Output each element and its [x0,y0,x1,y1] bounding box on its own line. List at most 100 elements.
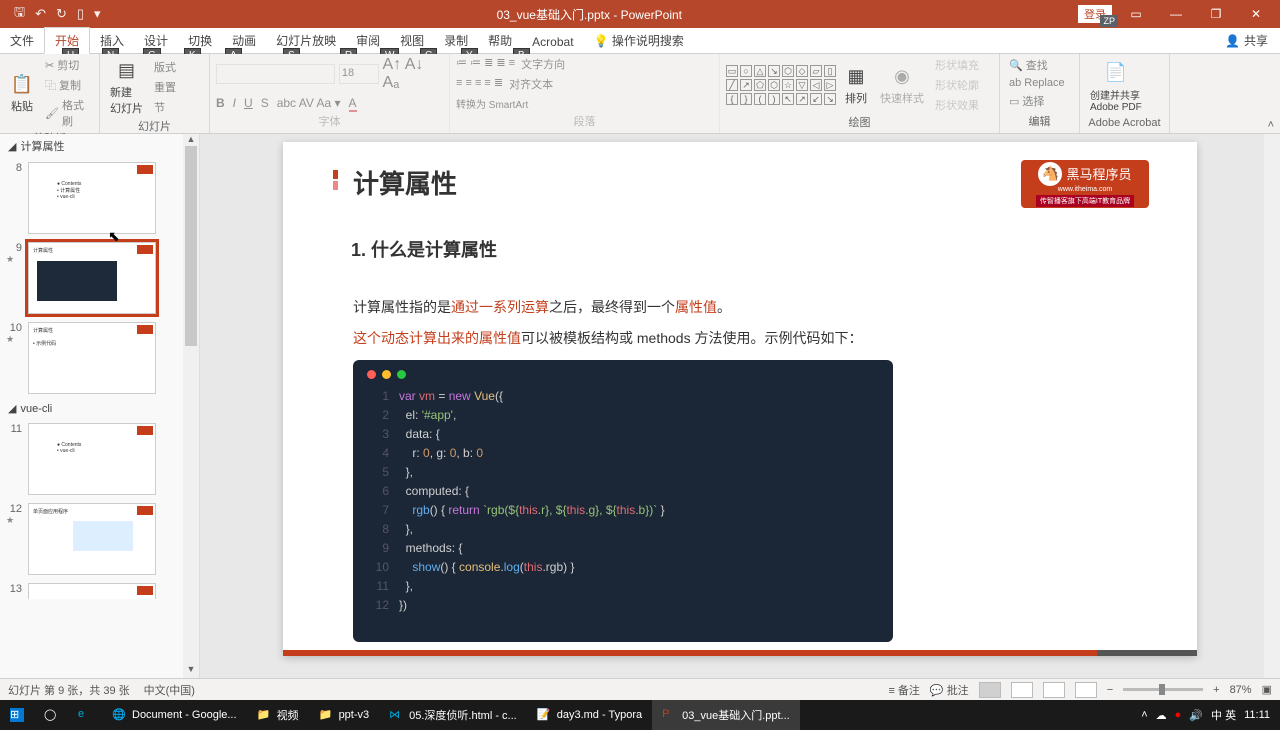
slideshow-view-button[interactable] [1075,682,1097,698]
shape-effects-button: 形状效果 [932,96,982,114]
select-button[interactable]: ▭选择 [1006,92,1073,110]
slide[interactable]: 计算属性 🐴黑马程序员 www.itheima.com 传智播客旗下高端IT教育… [283,142,1197,656]
format-painter-button[interactable]: 🖌格式刷 [42,96,93,130]
group-adobe: 📄创建并共享 Adobe PDF Adobe Acrobat [1080,54,1170,133]
minimize-button[interactable]: — [1160,7,1192,21]
styles-icon: ◉ [890,64,914,88]
normal-view-button[interactable] [979,682,1001,698]
tray-up-icon[interactable]: ˄ [1141,709,1147,721]
shape-fill-button: 形状填充 [932,56,982,74]
task-cortana[interactable]: ◯ [34,700,68,730]
reset-button[interactable]: 重置 [151,78,179,96]
undo-icon[interactable]: ↶ [35,6,46,22]
new-slide-button[interactable]: ▤新建 幻灯片 [106,56,147,118]
cut-button[interactable]: ✂剪切 [42,56,93,74]
fit-window-button[interactable]: ▣ [1262,683,1272,696]
section-button[interactable]: 节 [151,98,179,116]
pdf-icon: 📄 [1104,61,1128,85]
ribbon-display-icon[interactable]: ▭ [1120,7,1152,21]
close-button[interactable]: ✕ [1240,7,1272,21]
ribbon: 📋粘贴 ✂剪切 ⿻复制 🖌格式刷 剪贴板 ▤新建 幻灯片 版式 重置 节 幻灯片… [0,54,1280,134]
slide-title: 计算属性 [353,164,457,201]
bottom-bar [283,650,1197,656]
login-button[interactable]: 登录ZP [1078,5,1112,23]
thumb-12[interactable]: 12★ 单页面应用程序 [0,499,199,579]
status-bar: 幻灯片 第 9 张，共 39 张 中文(中国) ≡ 备注 💬 批注 − + 87… [0,678,1280,700]
notes-button[interactable]: ≡ 备注 [888,682,919,698]
group-paragraph: ≔ ≔ ≣ ≣ ≡ 文字方向 ≡ ≡ ≡ ≡ ≣ 对齐文本 转换为 SmartA… [450,54,720,133]
group-font: 18 A↑ A↓ Aₐ B I U S abc AV Aa ▾ A 字体 [210,54,450,133]
thumb-scrollbar[interactable]: ▲ ▼ [183,134,199,678]
arrange-button[interactable]: ▦排列 [840,62,872,108]
thumb-9[interactable]: 9★ 计算属性 [0,238,199,318]
tab-slideshow[interactable]: 幻灯片放映 [266,28,346,53]
task-folder[interactable]: 📁视频 [247,700,309,730]
share-icon: 👤 [1225,34,1240,48]
save-icon[interactable]: 🖫 [14,3,25,25]
copy-button[interactable]: ⿻复制 [42,76,93,94]
thumb-11[interactable]: 11 ● Contents• vue-cli [0,419,199,499]
language-indicator[interactable]: 中文(中国) [144,682,195,698]
find-button[interactable]: 🔍查找 [1006,56,1073,74]
code-block: 1var vm = new Vue({ 2 el: '#app', 3 data… [353,360,893,642]
task-vscode[interactable]: ⋈05.深度侦听.html - c... [379,700,527,730]
thumb-8[interactable]: 8 ● Contents• 计算属性• vue-cli [0,158,199,238]
maximize-button[interactable]: ❐ [1200,7,1232,21]
share-button[interactable]: 👤共享 [1213,28,1280,53]
comments-button[interactable]: 💬 批注 [930,682,969,698]
thumb-10[interactable]: 10★ 计算属性• 示例代码 [0,318,199,398]
task-typora[interactable]: 📝day3.md - Typora [527,700,652,730]
shapes-gallery[interactable]: ▭○△↘⬡◇▱▯ ╱↗⬠⬡☆▽◁▷ {}()↖↗↙↘ [726,65,836,105]
task-chrome[interactable]: 🌐Document - Google... [102,700,247,730]
slide-paragraph-1: 计算属性指的是通过一系列运算之后，最终得到一个属性值。 [353,297,731,317]
tray-time[interactable]: 11:11 [1244,709,1270,721]
strike-button[interactable]: S [261,96,269,112]
tab-file[interactable]: 文件 [0,28,44,53]
scroll-down-icon[interactable]: ▼ [183,664,199,678]
zoom-slider[interactable] [1123,688,1203,691]
bold-button[interactable]: B [216,96,225,112]
slide-heading: 1. 什么是计算属性 [351,236,497,262]
tray-ime[interactable]: 中 英 [1211,707,1236,723]
task-powerpoint[interactable]: P03_vue基础入门.ppt... [652,700,800,730]
redo-icon[interactable]: ↻ [56,6,67,22]
collapse-ribbon-icon[interactable]: ˄ [1268,119,1274,131]
replace-button[interactable]: abReplace [1006,76,1073,90]
group-editing: 🔍查找 abReplace ▭选择 编辑 [1000,54,1080,133]
slide-panel: ◢ 计算属性 8 ● Contents• 计算属性• vue-cli 9★ 计算… [0,134,200,678]
section-header-2[interactable]: ◢ vue-cli [0,398,199,419]
task-folder2[interactable]: 📁ppt-v3 [309,700,380,730]
section-header[interactable]: ◢ 计算属性 [0,134,199,158]
slide-canvas-area: 计算属性 🐴黑马程序员 www.itheima.com 传智播客旗下高端IT教育… [200,134,1280,678]
reading-view-button[interactable] [1043,682,1065,698]
tab-tellme[interactable]: 💡 操作说明搜索 [584,28,694,53]
font-color-button[interactable]: A [349,96,357,112]
new-slide-icon: ▤ [115,58,139,82]
start-button[interactable]: ⊞ [0,700,34,730]
brush-icon: 🖌 [45,107,59,120]
canvas-scrollbar[interactable] [1264,134,1280,678]
sorter-view-button[interactable] [1011,682,1033,698]
paste-button[interactable]: 📋粘贴 [6,70,38,116]
task-edge[interactable]: e [68,700,102,730]
scroll-thumb[interactable] [185,146,197,346]
group-clipboard: 📋粘贴 ✂剪切 ⿻复制 🖌格式刷 剪贴板 [0,54,100,133]
slideshow-icon[interactable]: ▯ [77,6,84,22]
copy-icon: ⿻ [45,77,56,93]
tab-acrobat[interactable]: Acrobat [522,31,583,53]
underline-button[interactable]: U [244,96,253,112]
create-pdf-button[interactable]: 📄创建并共享 Adobe PDF [1086,59,1146,115]
layout-button[interactable]: 版式 [151,58,179,76]
group-slides: ▤新建 幻灯片 版式 重置 节 幻灯片 [100,54,210,133]
cut-icon: ✂ [45,59,54,72]
zoom-in-button[interactable]: + [1213,684,1219,696]
slide-paragraph-2: 这个动态计算出来的属性值可以被模板结构或 methods 方法使用。示例代码如下… [353,328,862,348]
bulb-icon: 💡 [594,34,609,48]
tray-record-icon[interactable]: ● [1175,709,1182,721]
italic-button[interactable]: I [233,96,236,112]
taskbar: ⊞ ◯ e 🌐Document - Google... 📁视频 📁ppt-v3 … [0,700,1280,730]
qat-more-icon[interactable]: ▾ [94,6,101,22]
thumb-13[interactable]: 13 [0,579,199,599]
zoom-level[interactable]: 87% [1230,684,1252,696]
zoom-out-button[interactable]: − [1107,684,1113,696]
